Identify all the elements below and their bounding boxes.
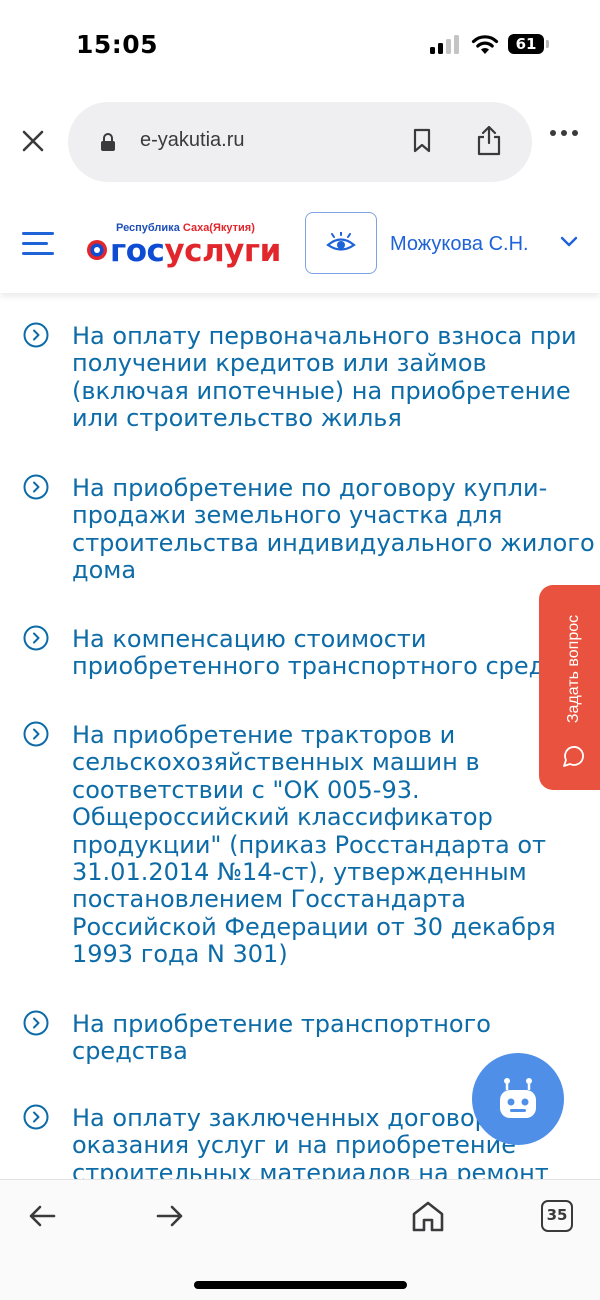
browser-toolbar: 35: [0, 1179, 600, 1300]
user-name[interactable]: Можукова С.Н.: [390, 233, 529, 256]
home-indicator: [194, 1281, 407, 1289]
list-item-text[interactable]: На приобретение по договору купли- прода…: [72, 474, 595, 585]
lock-icon: [101, 133, 115, 151]
battery-icon: 61: [508, 34, 549, 54]
gosuslugi-logo[interactable]: Республика Саха(Якутия) госуслуги: [86, 220, 286, 272]
forward-arrow-icon[interactable]: [156, 1204, 184, 1228]
accessibility-button[interactable]: [305, 212, 377, 274]
chat-bot-button[interactable]: [472, 1053, 564, 1145]
chat-bubble-icon: [563, 746, 584, 767]
chevron-circle-icon: [23, 1104, 49, 1130]
bookmark-icon[interactable]: [412, 128, 432, 154]
tabs-button[interactable]: 35: [541, 1200, 573, 1232]
more-icon[interactable]: [550, 130, 578, 136]
site-header: Республика Саха(Якутия) госуслуги Можуко…: [0, 200, 600, 293]
list-item-text[interactable]: На компенсацию стоимости приобретенного …: [72, 625, 600, 681]
chevron-circle-icon: [23, 474, 49, 500]
list-item-text[interactable]: На оплату первоначального взноса при пол…: [72, 322, 577, 433]
subsidy-list: На оплату первоначального взноса при пол…: [0, 293, 600, 1179]
url-text: e-yakutia.ru: [140, 129, 245, 151]
page: 15:05 61 e-yakutia.ru Республика Саха(Як…: [0, 0, 600, 1300]
menu-icon[interactable]: [22, 230, 54, 258]
status-time: 15:05: [76, 30, 159, 59]
close-icon: [22, 130, 44, 152]
chevron-circle-icon: [23, 625, 49, 651]
chevron-circle-icon: [23, 322, 49, 348]
home-icon[interactable]: [411, 1200, 445, 1232]
chevron-down-icon[interactable]: [560, 236, 578, 248]
signal-icon: [430, 35, 462, 54]
robot-icon: [500, 1078, 536, 1118]
chevron-circle-icon: [23, 1010, 49, 1036]
chevron-circle-icon: [23, 721, 49, 747]
close-button[interactable]: [18, 126, 48, 156]
logo-wordmark: госуслуги: [110, 233, 281, 269]
emblem-icon: [87, 240, 107, 260]
address-bar[interactable]: e-yakutia.ru: [68, 102, 532, 182]
status-bar: 15:05 61: [0, 0, 600, 90]
list-item-text[interactable]: На приобретение тракторов и сельскохозяй…: [72, 721, 572, 969]
ask-question-tab[interactable]: Задать вопрос: [539, 585, 600, 790]
eye-icon: [326, 232, 356, 251]
wifi-icon: [471, 35, 499, 54]
share-icon[interactable]: [476, 124, 502, 156]
ask-question-label: Задать вопрос: [565, 614, 582, 724]
back-arrow-icon[interactable]: [28, 1204, 56, 1228]
